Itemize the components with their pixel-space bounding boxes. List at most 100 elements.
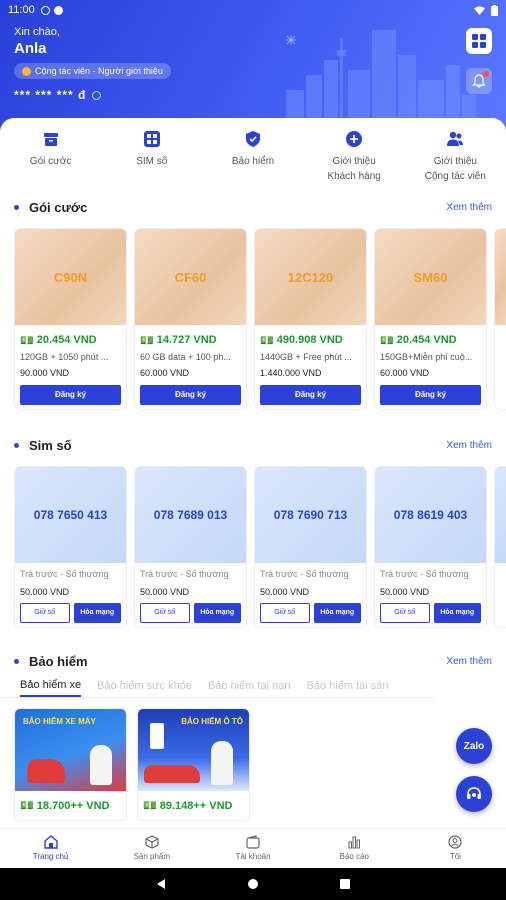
section-title: Bảo hiểm xyxy=(29,653,88,669)
sim-card-partial[interactable] xyxy=(494,466,506,628)
status-bar: 11:00 xyxy=(0,0,506,20)
hold-number-button[interactable]: Giữ số xyxy=(20,603,70,623)
money-icon: 💵 xyxy=(20,334,34,347)
package-card-partial[interactable] xyxy=(494,228,506,410)
tab-health-insurance[interactable]: Bảo hiểm sức khỏe xyxy=(97,676,192,696)
nav-label: Tài khoản xyxy=(235,852,271,861)
insurance-card[interactable]: BẢO HIỂM XE MÁY 💵 18.700++ VND xyxy=(14,708,127,821)
quick-action-refer-collaborator[interactable]: Giới thiệu Cộng tác viên xyxy=(407,130,503,192)
money-icon: 💵 xyxy=(20,800,34,812)
chart-icon xyxy=(348,836,361,849)
sim-card[interactable]: 078 7689 013 Trả trước - Số thường 50.00… xyxy=(134,466,247,628)
quick-actions: Gói cước SIM số Bảo hiểm Giới thiệu Khác… xyxy=(0,118,506,192)
insurance-commission: 💵 89.148++ VND xyxy=(138,791,249,820)
plus-circle-icon xyxy=(346,131,363,147)
recents-icon[interactable] xyxy=(339,878,351,890)
package-desc: 60 GB data + 100 ph... xyxy=(140,352,231,362)
package-card[interactable]: SM60 💵 20.454 VND 150GB+Miễn phí cuộ... 6… xyxy=(374,228,487,410)
section-bullet xyxy=(14,442,19,448)
package-desc: 120GB + 1050 phút ... xyxy=(20,352,109,362)
nav-label: Trang chủ xyxy=(32,852,69,861)
sims-see-more-link[interactable]: Xem thêm xyxy=(446,440,492,451)
package-code: 12C120 xyxy=(287,269,334,285)
register-button[interactable]: Đăng ký xyxy=(380,385,481,405)
notification-button[interactable] xyxy=(466,68,492,94)
register-button[interactable]: Đăng ký xyxy=(140,385,241,405)
package-price: 1.440.000 VND xyxy=(260,368,322,378)
nav-me[interactable]: Tôi xyxy=(405,829,506,868)
commission-value: 20.454 VND xyxy=(396,334,457,346)
packages-see-more-link[interactable]: Xem thêm xyxy=(446,202,492,213)
nav-account[interactable]: Tài khoản xyxy=(202,829,303,868)
tab-property-insurance[interactable]: Bảo hiểm tài sản xyxy=(307,676,389,696)
quick-action-insurance[interactable]: Bảo hiểm xyxy=(205,130,301,192)
hold-number-button[interactable]: Giữ số xyxy=(260,603,310,623)
sim-number: 078 7650 413 xyxy=(15,467,126,563)
package-commission: 💵 490.908 VND xyxy=(260,330,361,350)
sim-price: 50.000 VND xyxy=(20,587,70,597)
register-button[interactable]: Đăng ký xyxy=(260,385,361,405)
tab-vehicle-insurance[interactable]: Bảo hiểm xe xyxy=(20,675,82,697)
quick-action-packages[interactable]: Gói cước xyxy=(3,130,99,192)
packages-section-header: Gói cước Xem thêm xyxy=(0,194,506,220)
sim-price: 50.000 VND xyxy=(140,587,190,597)
package-card[interactable]: CF60 💵 14.727 VND 60 GB data + 100 ph... … xyxy=(134,228,247,410)
greeting-block: Xin chào, Anla Cộng tác viên - Người giớ… xyxy=(14,26,171,81)
main-content: Gói cước SIM số Bảo hiểm Giới thiệu Khác… xyxy=(0,118,506,828)
nav-reports[interactable]: Báo cáo xyxy=(304,829,405,868)
sim-card[interactable]: 078 7650 413 Trả trước - Số thường 50.00… xyxy=(14,466,127,628)
section-bullet xyxy=(14,658,19,664)
section-title: Sim số xyxy=(29,437,72,453)
balance: *** *** *** đ xyxy=(14,88,102,102)
eye-toggle-icon[interactable] xyxy=(92,90,102,100)
package-code: CF60 xyxy=(174,269,207,285)
quick-action-sim[interactable]: SIM số xyxy=(104,130,200,192)
connect-button[interactable]: Hòa mạng xyxy=(193,603,241,623)
section-bullet xyxy=(14,204,19,210)
sim-card[interactable]: 078 7690 713 Trả trước - Số thường 50.00… xyxy=(254,466,367,628)
commission-value: 490.908 VND xyxy=(276,334,343,346)
sim-card-image xyxy=(495,467,506,563)
sim-card[interactable]: 078 8619 403 Trả trước - Số thường 50.00… xyxy=(374,466,487,628)
support-chat-button[interactable] xyxy=(456,776,492,812)
menu-grid-button[interactable] xyxy=(466,28,492,54)
hold-number-button[interactable]: Giữ số xyxy=(140,603,190,623)
sim-price: 50.000 VND xyxy=(260,587,310,597)
package-card-image: SM60 xyxy=(375,229,486,325)
banner-title: BẢO HIỂM Ô TÔ xyxy=(181,717,243,726)
money-icon: 💵 xyxy=(140,334,154,347)
money-icon: 💵 xyxy=(260,334,274,347)
nav-label: Sản phẩm xyxy=(133,852,171,861)
hold-number-button[interactable]: Giữ số xyxy=(380,603,430,623)
quick-action-label: Giới thiệu xyxy=(332,156,376,167)
connect-button[interactable]: Hòa mạng xyxy=(313,603,361,623)
back-icon[interactable] xyxy=(155,878,167,890)
sim-type: Trả trước - Số thường xyxy=(260,569,349,579)
package-card[interactable]: C90N 💵 20.454 VND 120GB + 1050 phút ... 9… xyxy=(14,228,127,410)
officer-illustration xyxy=(211,741,233,785)
tab-accident-insurance[interactable]: Bảo hiểm tai nạn xyxy=(208,676,291,696)
banner-title: BẢO HIỂM XE MÁY xyxy=(23,717,96,726)
quick-action-refer-customer[interactable]: Giới thiệu Khách hàng xyxy=(306,130,402,192)
balance-value: *** *** *** đ xyxy=(14,88,87,102)
package-card-image: CF60 xyxy=(135,229,246,325)
nav-products[interactable]: Sản phẩm xyxy=(101,829,202,868)
connect-button[interactable]: Hòa mạng xyxy=(73,603,121,623)
package-card-image xyxy=(495,229,506,325)
sim-type: Trả trước - Số thường xyxy=(380,569,469,579)
insurance-card[interactable]: BẢO HIỂM Ô TÔ 💵 89.148++ VND xyxy=(137,708,250,821)
nav-home[interactable]: Trang chủ xyxy=(0,829,101,868)
zalo-chat-button[interactable]: Zalo xyxy=(456,728,492,764)
quick-action-label-2: Khách hàng xyxy=(327,171,381,182)
register-button[interactable]: Đăng ký xyxy=(20,385,121,405)
insurance-row: BẢO HIỂM XE MÁY 💵 18.700++ VND BẢO HIỂM Ô… xyxy=(0,708,506,821)
package-card-image: 12C120 xyxy=(255,229,366,325)
package-card[interactable]: 12C120 💵 490.908 VND 1440GB + Free phút .… xyxy=(254,228,367,410)
package-commission: 💵 20.454 VND xyxy=(20,330,121,350)
sim-icon xyxy=(143,131,160,147)
system-navigation-bar xyxy=(0,868,506,900)
insurance-see-more-link[interactable]: Xem thêm xyxy=(446,656,492,667)
connect-button[interactable]: Hòa mạng xyxy=(433,603,481,623)
home-circle-icon[interactable] xyxy=(247,878,259,890)
car-illustration xyxy=(144,765,200,783)
